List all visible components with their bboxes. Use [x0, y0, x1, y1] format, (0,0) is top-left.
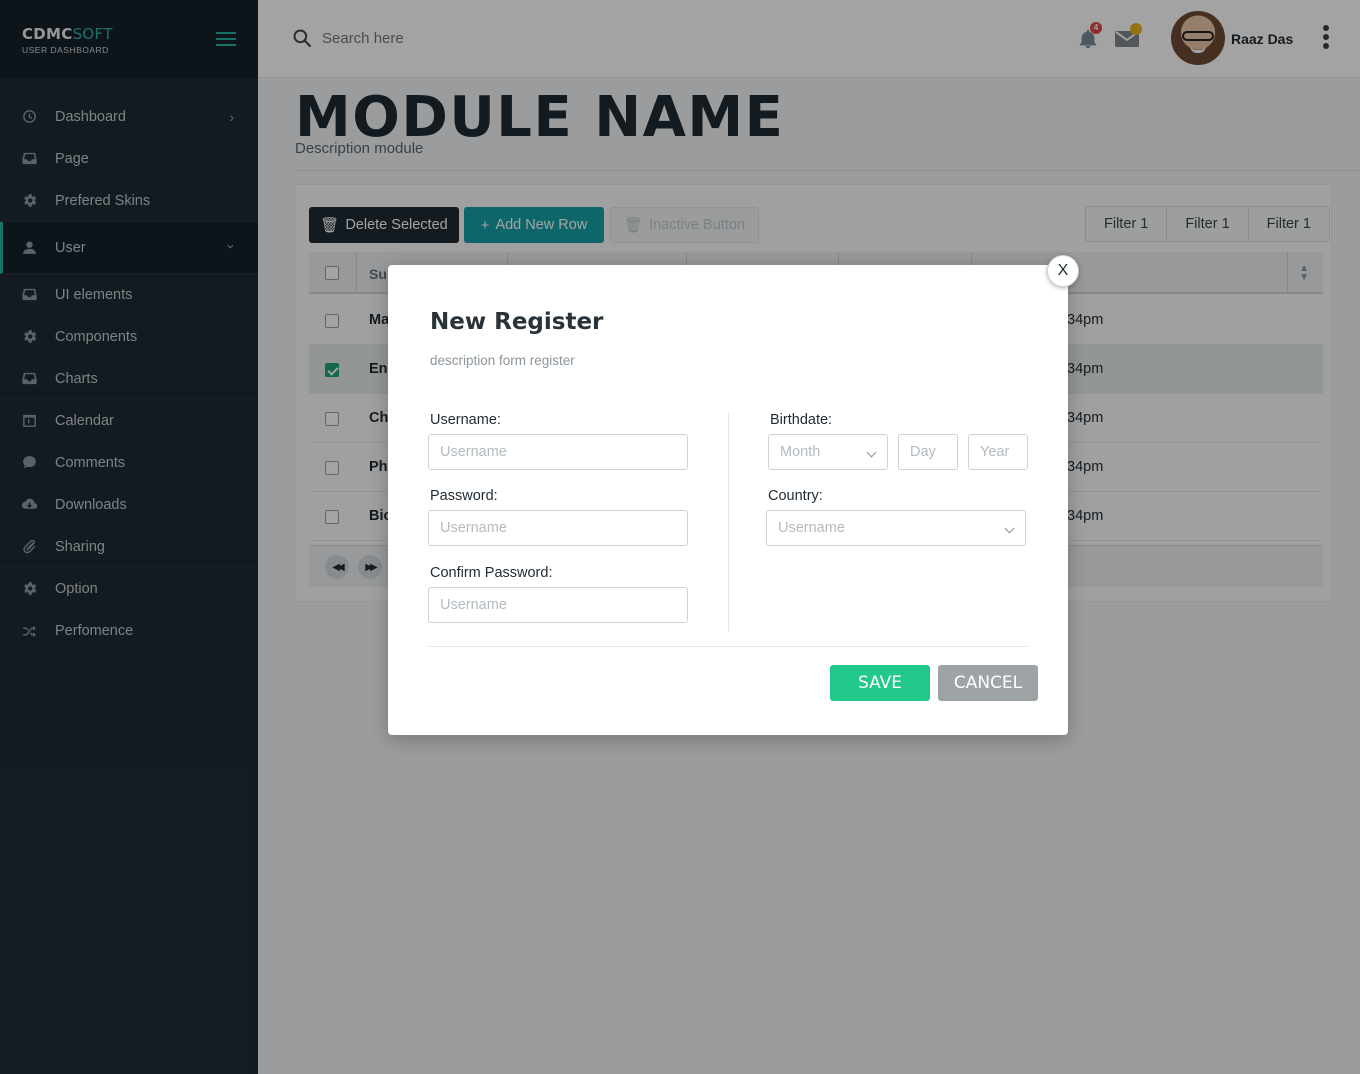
save-button[interactable]: SAVE: [830, 665, 930, 701]
password-input[interactable]: [428, 510, 688, 546]
chevron-down-icon: [866, 447, 877, 458]
confirm-password-label: Confirm Password:: [430, 565, 553, 581]
country-select[interactable]: Username: [766, 510, 1026, 546]
username-label: Username:: [430, 412, 501, 428]
chevron-down-icon: [1004, 523, 1015, 534]
day-input[interactable]: [898, 434, 958, 470]
footer-divider: [428, 646, 1028, 647]
password-label: Password:: [430, 488, 498, 504]
new-register-modal: X New Register description form register…: [388, 255, 1079, 735]
confirm-password-input[interactable]: [428, 587, 688, 623]
country-select-value: Username: [778, 520, 845, 536]
month-select-value: Month: [780, 444, 821, 460]
birthdate-label: Birthdate:: [770, 412, 833, 428]
close-icon[interactable]: X: [1047, 255, 1079, 287]
username-input[interactable]: [428, 434, 688, 470]
month-select[interactable]: Month: [768, 434, 888, 470]
cancel-button[interactable]: CANCEL: [938, 665, 1038, 701]
modal-description: description form register: [430, 353, 575, 368]
column-divider: [728, 413, 729, 631]
country-label: Country:: [768, 488, 823, 504]
modal-title: New Register: [430, 309, 604, 335]
year-input[interactable]: [968, 434, 1028, 470]
